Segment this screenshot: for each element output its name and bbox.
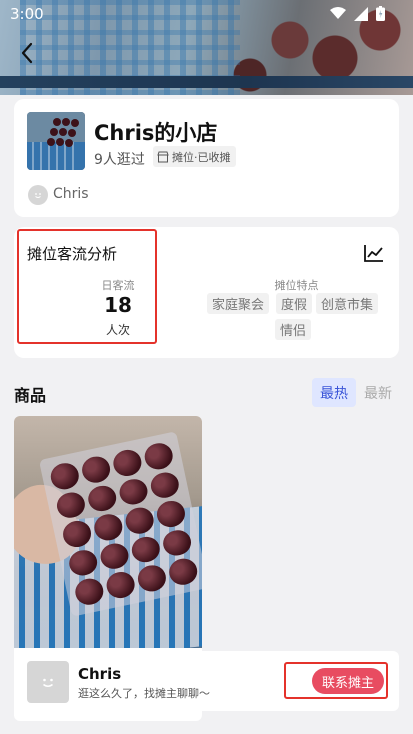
shop-thumbnail-image <box>27 112 85 170</box>
line-chart-icon[interactable] <box>363 243 385 263</box>
status-icons <box>330 6 385 21</box>
hero-stripe <box>0 76 413 88</box>
stall-features-label: 摊位特点 <box>274 279 319 292</box>
battery-icon <box>376 6 385 21</box>
sort-hot-button[interactable]: 最热 <box>312 378 356 407</box>
products-title: 商品 <box>14 386 47 405</box>
product-image <box>14 416 202 648</box>
shop-info-card: Chris的小店 9人逛过 摊位·已收摊 Chris <box>14 99 399 217</box>
feature-chip: 情侣 <box>275 319 312 340</box>
annotation-highlight-box <box>17 229 157 344</box>
shop-name: Chris的小店 <box>94 121 218 145</box>
contact-avatar <box>27 661 69 703</box>
feature-chip: 创意市集 <box>316 293 379 314</box>
smile-icon <box>35 193 41 198</box>
contact-name: Chris <box>78 665 122 683</box>
status-bar: 3:00 <box>0 0 413 30</box>
shop-visit-count: 9人逛过 <box>94 152 145 168</box>
chevron-left-icon <box>21 42 33 64</box>
annotation-highlight-box <box>284 662 388 699</box>
status-time: 3:00 <box>10 5 44 23</box>
wifi-icon <box>330 7 346 19</box>
feature-chip: 度假 <box>276 293 313 314</box>
feature-chip: 家庭聚会 <box>207 293 270 314</box>
store-icon <box>157 151 169 162</box>
owner-avatar[interactable] <box>28 185 48 205</box>
owner-name[interactable]: Chris <box>53 186 89 202</box>
back-button[interactable] <box>12 38 42 68</box>
shop-status-tag: 摊位·已收摊 <box>153 146 236 167</box>
contact-message: 逛这么久了，找摊主聊聊～ <box>78 687 210 700</box>
smile-icon <box>43 678 53 687</box>
signal-icon <box>354 6 368 21</box>
shop-status-text: 摊位·已收摊 <box>172 150 231 164</box>
sort-new-button[interactable]: 最新 <box>356 378 400 407</box>
shop-thumbnail[interactable] <box>27 112 85 170</box>
